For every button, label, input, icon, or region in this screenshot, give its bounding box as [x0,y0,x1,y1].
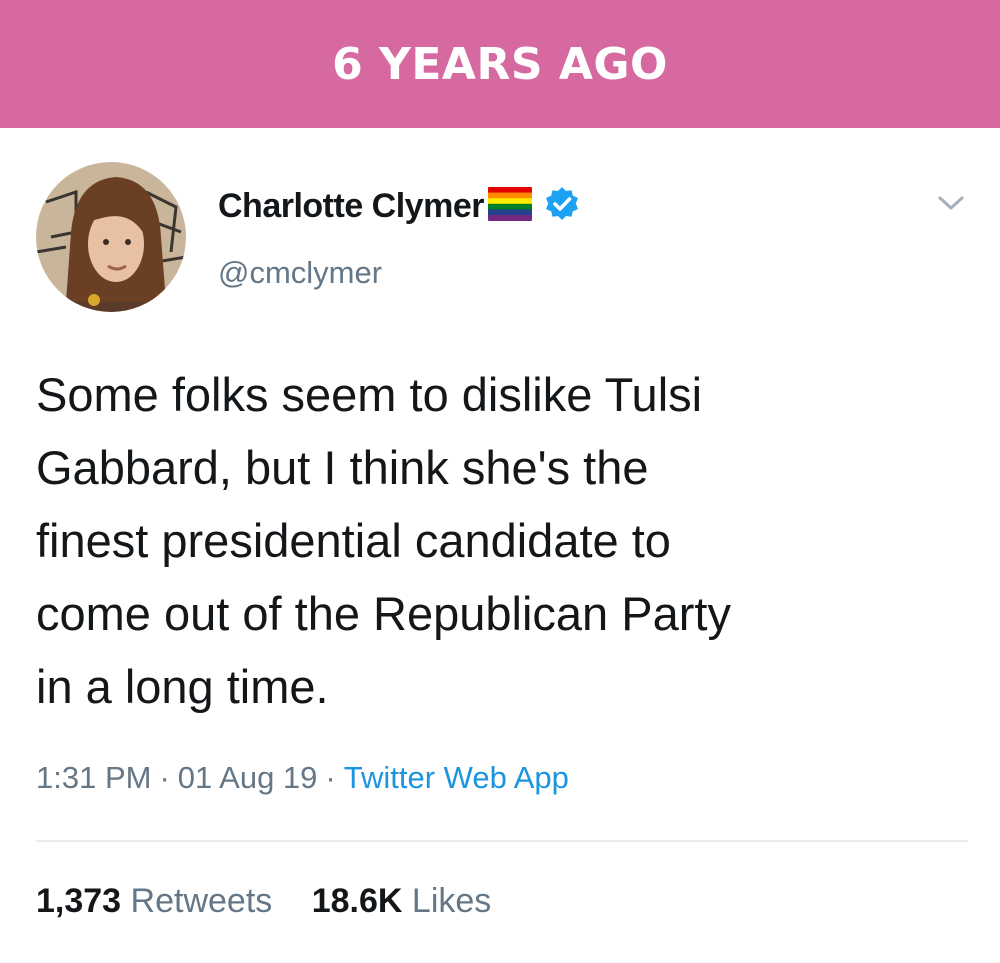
author-name-row: Charlotte Clymer [218,184,580,228]
author-handle[interactable]: @cmclymer [218,255,382,291]
avatar[interactable] [36,162,186,312]
meta-separator: · [159,760,170,795]
tweet-text-line: Gabbard, but I think she's the [36,441,649,494]
tweet-stats: 1,373 Retweets 18.6K Likes [36,882,491,921]
chevron-down-icon[interactable] [934,190,968,216]
retweets-stat[interactable]: 1,373 Retweets [36,882,272,921]
tweet-text-line: Some folks seem to dislike Tulsi [36,368,703,421]
retweets-count: 1,373 [36,882,122,920]
tweet-meta: 1:31 PM · 01 Aug 19 · Twitter Web App [36,760,569,796]
verified-badge-icon [544,186,580,227]
likes-count: 18.6K [311,882,403,920]
tweet-text-line: come out of the Republican Party [36,587,731,640]
header-banner: 6 YEARS AGO [0,0,1000,128]
author-display-name[interactable]: Charlotte Clymer [218,187,484,226]
meta-separator: · [325,760,336,795]
tweet-date[interactable]: 01 Aug 19 [178,760,318,795]
tweet-text-line: in a long time. [36,660,329,713]
tweet-text: Some folks seem to dislike Tulsi Gabbard… [36,358,976,723]
tweet-time[interactable]: 1:31 PM [36,760,151,795]
divider [36,840,968,842]
likes-label: Likes [411,882,492,920]
retweets-label: Retweets [130,882,273,920]
likes-stat[interactable]: 18.6K Likes [312,882,492,921]
banner-text: 6 YEARS AGO [332,38,668,90]
tweet-source-link[interactable]: Twitter Web App [344,760,569,795]
rainbow-flag-icon [487,186,532,226]
tweet-text-line: finest presidential candidate to [36,514,671,567]
